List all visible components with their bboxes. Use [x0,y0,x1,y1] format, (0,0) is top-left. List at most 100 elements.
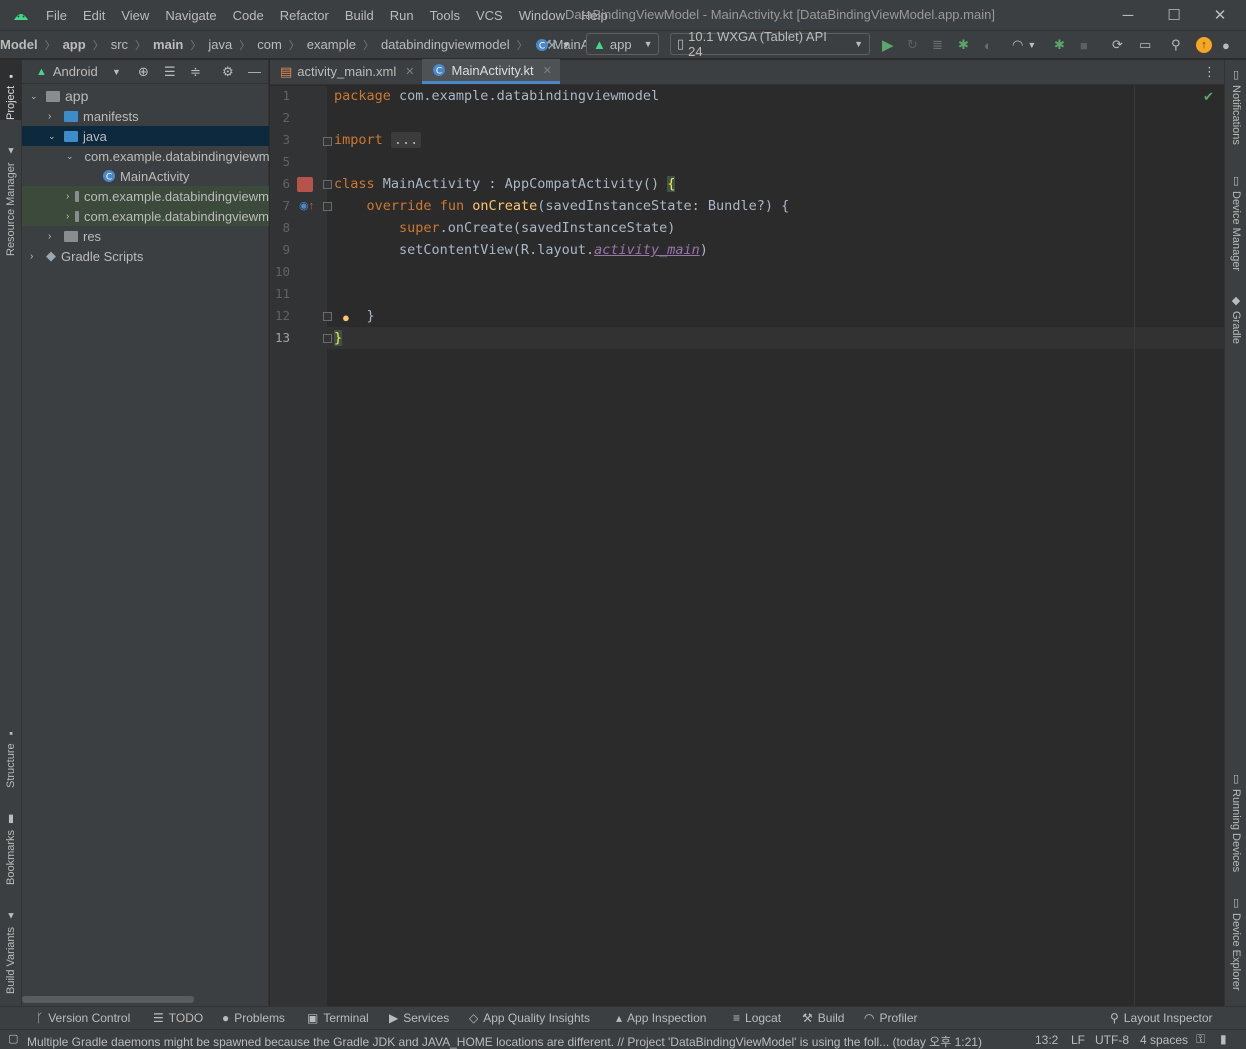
tool-tab-bookmarks[interactable]: Bookmarks ▮ [0,805,22,885]
tree-item-package-test[interactable]: › com.example.databindingviewm [22,206,269,226]
device-manager-button[interactable]: ▭ [1139,35,1151,55]
search-button[interactable]: ⚲ [1171,35,1181,55]
profile-button[interactable]: ◠ ▼ [1012,35,1036,55]
tool-todo[interactable]: ☰ TODO [153,1011,203,1025]
project-view-select[interactable]: Android [53,64,98,79]
no-problems-check-icon[interactable]: ✔ [1203,89,1214,105]
tool-tab-build-variants[interactable]: Build Variants ▴ [0,902,22,994]
tool-tab-project[interactable]: Project ▪ [0,60,22,120]
minimize-button[interactable]: ─ [1105,0,1151,30]
menu-refactor[interactable]: Refactor [272,8,337,23]
coverage-button[interactable]: ◐ [984,35,992,55]
fold-class-end-icon[interactable] [323,334,332,343]
chevron-right-icon[interactable]: › [48,111,58,122]
fold-import-icon[interactable] [323,137,332,146]
indent-setting[interactable]: 4 spaces [1140,1033,1188,1047]
chevron-down-icon[interactable]: ▼ [112,67,121,77]
tool-tab-notifications[interactable]: ▯ Notifications [1225,68,1246,163]
tool-tab-device-manager[interactable]: ▯ Device Manager [1225,174,1246,279]
tool-services[interactable]: ▶ Services [389,1011,449,1025]
run-class-gutter-icon[interactable] [297,177,313,192]
chevron-right-icon[interactable]: › [30,251,40,262]
tool-build[interactable]: ⚒ Build [802,1011,844,1025]
code-line[interactable]: class MainActivity : AppCompatActivity()… [334,173,676,195]
line-separator[interactable]: LF [1071,1033,1085,1047]
tree-item-res[interactable]: › res [22,226,269,246]
caret-position[interactable]: 13:2 [1035,1033,1058,1047]
tree-item-package[interactable]: ⌄ com.example.databindingviewm [22,146,269,166]
menu-view[interactable]: View [113,8,157,23]
chevron-down-icon[interactable]: ⌄ [66,151,74,161]
menu-navigate[interactable]: Navigate [157,8,224,23]
tree-item-app[interactable]: ⌄ app [22,86,269,106]
code-line[interactable]: } [334,327,343,349]
code-line[interactable]: super.onCreate(savedInstanceState) [334,217,675,239]
chevron-right-icon[interactable]: › [66,191,69,202]
apply-changes-button[interactable]: ≣ [932,35,943,55]
tool-tab-structure[interactable]: Structure ▪ [0,720,22,788]
breadcrumb-item[interactable]: src 〉 [111,37,153,53]
menu-tools[interactable]: Tools [422,8,468,23]
breadcrumb-item[interactable]: app 〉 [63,37,111,53]
breadcrumb-item[interactable]: example 〉 [307,37,381,53]
menu-code[interactable]: Code [225,8,272,23]
code-line[interactable]: package com.example.databindingviewmodel [334,85,659,107]
tool-logcat[interactable]: ≡ Logcat [733,1011,781,1025]
tool-tab-gradle[interactable]: ◆ Gradle [1225,294,1246,354]
fold-class-icon[interactable] [323,180,332,189]
file-encoding[interactable]: UTF-8 [1095,1033,1129,1047]
code-line[interactable]: override fun onCreate(savedInstanceState… [334,195,790,217]
status-message[interactable]: Multiple Gradle daemons might be spawned… [27,1033,1012,1049]
chevron-down-icon[interactable]: ⌄ [30,91,40,101]
attach-debugger-button[interactable]: ✱ [1054,35,1065,55]
tool-app-inspection[interactable]: ▴ App Inspection [616,1011,706,1025]
rerun-button[interactable]: ↻ [907,35,918,55]
close-button[interactable]: ✕ [1197,0,1243,30]
locate-icon[interactable]: ⊕ [138,64,149,80]
lock-icon[interactable]: ⚿ [1196,1032,1205,1047]
sync-gradle-button[interactable]: ⟳ [1112,35,1123,55]
breadcrumb-item[interactable]: java 〉 [208,37,257,53]
stop-button[interactable]: ■ [1080,35,1088,55]
status-toggle-icon[interactable]: ▢ [8,1032,18,1045]
code-line[interactable]: } [334,305,375,327]
hide-panel-icon[interactable]: — [248,64,261,79]
tool-tab-resource-manager[interactable]: Resource Manager ▴ [0,136,22,256]
tab-activity-main-xml[interactable]: ▤ activity_main.xml ✕ [270,59,422,84]
menu-vcs[interactable]: VCS [468,8,511,23]
run-config-select[interactable]: ▲ app ▼ [586,33,659,55]
tool-app-quality-insights[interactable]: ◇ App Quality Insights [469,1011,590,1025]
collapse-all-icon[interactable]: ≑ [190,64,201,80]
menu-file[interactable]: File [43,8,75,23]
run-button[interactable]: ▶ [882,35,894,55]
expand-all-icon[interactable]: ☰ [164,64,176,80]
breadcrumb-item[interactable]: main 〉 [153,37,208,53]
tree-item-manifests[interactable]: › manifests [22,106,269,126]
build-hammer-button[interactable]: ⚒ ▼ [546,35,571,55]
breadcrumb-item[interactable]: com 〉 [257,37,307,53]
tool-layout-inspector[interactable]: ⚲ Layout Inspector [1110,1011,1213,1025]
tool-version-control[interactable]: ᚴ Version Control [36,1011,130,1025]
menu-run[interactable]: Run [382,8,422,23]
chevron-right-icon[interactable]: › [48,231,58,242]
device-select[interactable]: ▯ 10.1 WXGA (Tablet) API 24 ▼ [670,29,870,59]
menu-edit[interactable]: Edit [75,8,113,23]
more-options-icon[interactable]: ⋮ [1203,64,1216,80]
memory-indicator-icon[interactable]: ▮ [1220,1032,1227,1046]
tree-item-mainactivity[interactable]: C MainActivity [22,166,269,186]
close-tab-icon[interactable]: ✕ [543,64,552,77]
tool-tab-running-devices[interactable]: ▯ Running Devices [1225,772,1246,877]
tree-item-package-androidtest[interactable]: › com.example.databindingviewm [22,186,269,206]
code-line[interactable]: import ... [334,129,422,151]
code-line[interactable]: setContentView(R.layout.activity_main) [334,239,708,261]
tree-item-java[interactable]: ⌄ java [22,126,269,146]
breadcrumb-item[interactable]: databindingviewmodel 〉 [381,37,535,53]
fold-method-end-icon[interactable] [323,312,332,321]
breadcrumb-item[interactable]: Model 〉 [0,37,63,53]
menu-build[interactable]: Build [337,8,382,23]
chevron-right-icon[interactable]: › [66,211,69,222]
override-gutter-icon[interactable]: ◉↑ [299,199,314,212]
tool-profiler[interactable]: ◠ Profiler [864,1011,918,1025]
tab-mainactivity-kt[interactable]: C MainActivity.kt ✕ [422,59,560,84]
debug-button[interactable]: ✱ [958,35,969,55]
